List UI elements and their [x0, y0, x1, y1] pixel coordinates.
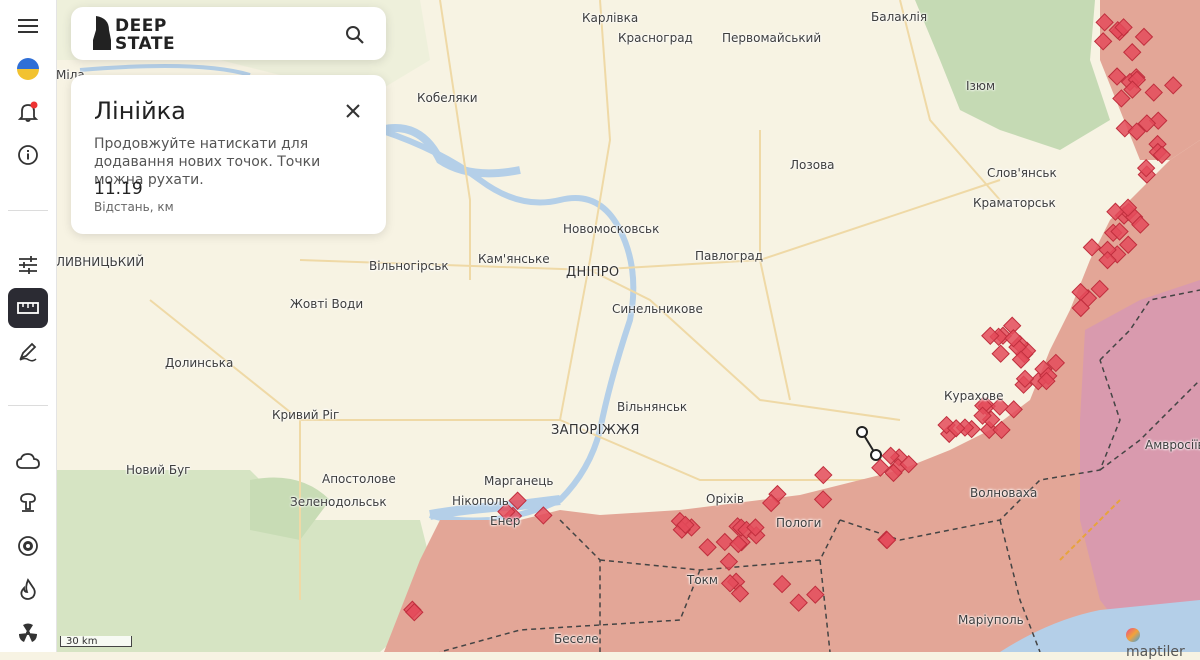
map-label: Карлівка — [582, 11, 639, 25]
map-label: Новомосковськ — [563, 222, 660, 236]
language-button[interactable] — [8, 49, 48, 89]
attribution-text: maptiler — [1126, 644, 1185, 660]
ruler-point-end[interactable] — [870, 449, 882, 461]
ruler-title: Лінійка — [94, 97, 186, 125]
logo-search-card: DEEP STATE — [71, 7, 386, 60]
fire-icon — [20, 578, 36, 600]
map-label: Беселе — [554, 632, 599, 646]
sidebar-divider — [8, 405, 48, 406]
map-label: Токм — [687, 573, 718, 587]
logo-line-2: STATE — [115, 34, 176, 54]
map-label: Вільнянськ — [617, 400, 688, 414]
map-label: Кривий Ріг — [272, 408, 340, 422]
map-label: Пологи — [776, 516, 822, 530]
maptiler-logo-icon — [1126, 628, 1140, 642]
scale-label: 30 km — [66, 636, 98, 647]
map-label: Кам'янське — [478, 252, 550, 266]
radiation-button[interactable] — [8, 612, 48, 652]
map-label: Зеленодольськ — [290, 495, 387, 509]
bell-icon — [17, 101, 39, 122]
map-label: Лозова — [790, 158, 835, 172]
map-label: Долинська — [165, 356, 234, 370]
map-label: Жовті Води — [290, 297, 364, 311]
radiation-icon — [19, 623, 37, 642]
map-label: Нікополь — [452, 494, 509, 508]
menu-button[interactable] — [8, 6, 48, 46]
explosion-icon — [20, 493, 36, 512]
logo-line-1: DEEP — [115, 16, 167, 36]
map-label: Курахове — [944, 389, 1004, 403]
map-label: Волноваха — [970, 486, 1038, 500]
map-label: Оріхів — [706, 492, 744, 506]
map-label: Ізюм — [966, 79, 996, 93]
map-label: Апостолове — [322, 472, 396, 486]
close-icon — [346, 104, 360, 118]
cloud-icon — [16, 453, 40, 469]
draw-button[interactable] — [8, 331, 48, 371]
map-label: Маріуполь — [958, 613, 1024, 627]
map-label: ЛИВНИЦЬКИЙ — [56, 255, 145, 269]
ruler-panel: Лінійка Продовжуйте натискати для додава… — [71, 75, 386, 234]
logo-text: DEEP STATE — [115, 17, 175, 53]
menu-icon — [18, 19, 38, 33]
map-label: Павлоград — [695, 249, 764, 263]
weather-button[interactable] — [8, 441, 48, 481]
targets-button[interactable] — [8, 526, 48, 566]
map-label: Кобеляки — [417, 91, 478, 105]
search-icon — [346, 26, 364, 44]
target-icon — [18, 536, 38, 556]
map-label: Марганець — [484, 474, 554, 488]
maptiler-attribution[interactable]: maptiler — [1126, 628, 1200, 660]
ukraine-flag-icon — [17, 58, 39, 80]
map-label: Вільногірськ — [369, 259, 449, 273]
deepstate-logo-icon — [93, 16, 111, 50]
sidebar — [0, 0, 57, 652]
close-button[interactable] — [339, 97, 367, 125]
map-label: Балаклія — [871, 10, 928, 24]
explosions-button[interactable] — [8, 482, 48, 522]
map-label: Новий Буг — [126, 463, 191, 477]
info-button[interactable] — [8, 135, 48, 175]
ruler-point-start[interactable] — [856, 426, 868, 438]
map-label: Краматорськ — [973, 196, 1056, 210]
filters-button[interactable] — [8, 245, 48, 285]
sidebar-divider — [8, 210, 48, 211]
sliders-icon — [19, 256, 37, 274]
ruler-distance-value: 11.19 — [94, 179, 143, 199]
map-label: Красноград — [618, 31, 693, 45]
info-icon — [18, 145, 38, 165]
map-label: ЗАПОРІЖЖЯ — [551, 423, 640, 438]
ruler-distance-unit: Відстань, км — [94, 200, 174, 214]
notifications-button[interactable] — [8, 92, 48, 132]
ruler-icon — [17, 302, 39, 314]
map-label: Первомайський — [722, 31, 822, 45]
ruler-button[interactable] — [8, 288, 48, 328]
map-label: Слов'янськ — [987, 166, 1057, 180]
map-label: ДНІПРО — [566, 265, 620, 280]
map-label: Енер — [490, 514, 521, 528]
pencil-icon — [19, 342, 37, 362]
search-button[interactable] — [339, 19, 371, 51]
map-label: Амвросіївка — [1145, 438, 1200, 452]
map-label: Синельникове — [612, 302, 703, 316]
fires-button[interactable] — [8, 569, 48, 609]
